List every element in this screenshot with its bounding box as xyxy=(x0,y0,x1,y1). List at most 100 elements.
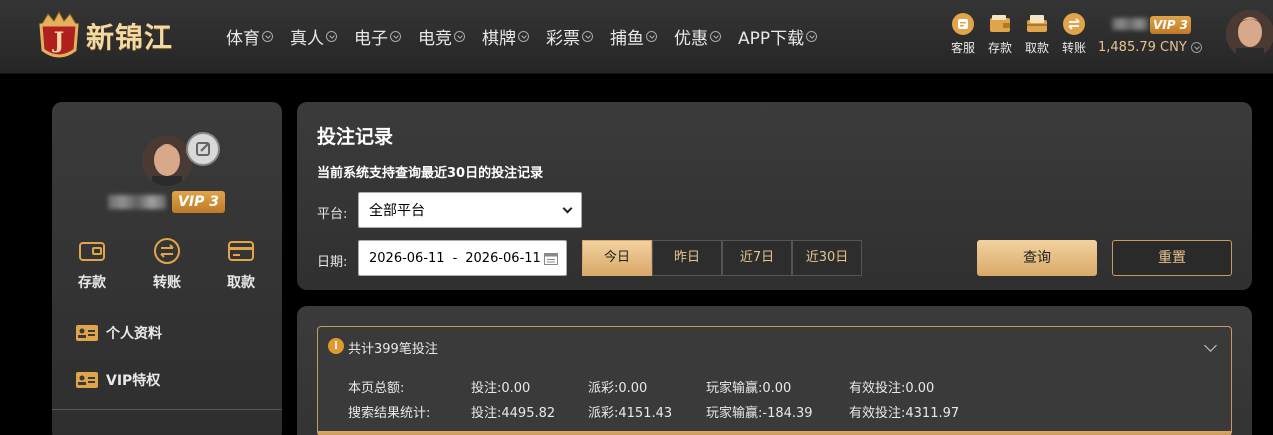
sidebar-item-vip[interactable]: VIP特权 xyxy=(76,370,160,390)
range-30days-button[interactable]: 近30日 xyxy=(792,240,862,276)
query-button[interactable]: 查询 xyxy=(977,240,1097,276)
nav-card-games[interactable]: 棋牌 xyxy=(482,24,529,49)
nav-app-download[interactable]: APP下载 xyxy=(738,24,818,49)
action-label: 取款 xyxy=(227,275,255,291)
quick-action-label: 客服 xyxy=(950,41,975,55)
avatar[interactable] xyxy=(1226,10,1273,58)
date-start: 2026-06-11 xyxy=(369,250,445,266)
quick-action-label: 转账 xyxy=(1061,41,1086,55)
info-icon: i xyxy=(328,338,344,354)
nav-fishing[interactable]: 捕鱼 xyxy=(610,24,657,49)
nav-label: 棋牌 xyxy=(482,29,516,49)
date-label: 日期: xyxy=(317,255,348,270)
chevron-down-icon xyxy=(326,31,337,42)
platform-select[interactable]: 全部平台 xyxy=(358,192,582,228)
nav-slots[interactable]: 电子 xyxy=(354,24,401,49)
avatar xyxy=(142,136,192,186)
transfer-icon xyxy=(154,238,180,264)
user-avatar-icon xyxy=(142,136,192,186)
range-7days-button[interactable]: 近7日 xyxy=(722,240,792,276)
crown-logo-icon: J xyxy=(39,10,79,58)
account-balance[interactable]: 1,485.79 CNY xyxy=(1098,40,1202,55)
nav-promotions[interactable]: 优惠 xyxy=(674,24,721,49)
search-total-valid-bet: 有效投注:4311.97 xyxy=(849,406,960,421)
brand-logo[interactable]: J 新锦江 xyxy=(36,8,173,64)
query-range-note: 当前系统支持查询最近30日的投注记录 xyxy=(317,166,544,181)
chevron-down-icon[interactable] xyxy=(1204,339,1217,352)
page-total-win-loss: 玩家输赢:0.00 xyxy=(706,381,792,396)
nav-label: 体育 xyxy=(226,29,260,49)
calendar-icon xyxy=(544,253,558,265)
search-total-win-loss: 玩家输赢:-184.39 xyxy=(706,406,813,421)
sidebar-item-profile[interactable]: 个人资料 xyxy=(76,323,162,343)
page-total-label: 本页总额: xyxy=(348,381,405,396)
chevron-down-icon xyxy=(582,31,593,42)
nav-label: 电竞 xyxy=(418,29,452,49)
bet-summary-panel: i 共计399笔投注 本页总额: 投注:0.00 派彩:0.00 玩家输赢:0.… xyxy=(297,306,1252,435)
table-header-strip xyxy=(318,431,1231,435)
search-total-bet: 投注:4495.82 xyxy=(471,406,556,421)
quick-action-label: 存款 xyxy=(987,41,1012,55)
nav-label: 电子 xyxy=(354,29,388,49)
customer-service-button[interactable]: 客服 xyxy=(945,12,981,56)
bet-record-filter-panel: 投注记录 当前系统支持查询最近30日的投注记录 平台: 全部平台 日期: 202… xyxy=(297,102,1252,290)
wallet-icon xyxy=(79,242,105,261)
chevron-down-icon xyxy=(1190,42,1202,53)
edit-profile-button[interactable] xyxy=(186,132,220,166)
main-nav: 体育 真人 电子 电竞 棋牌 彩票 捕鱼 优惠 APP下载 xyxy=(226,24,834,49)
chevron-down-icon xyxy=(710,31,721,42)
date-end: 2026-06-11 xyxy=(465,250,541,266)
total-bets-count: 共计399笔投注 xyxy=(348,342,438,357)
range-today-button[interactable]: 今日 xyxy=(582,240,652,276)
range-yesterday-button[interactable]: 昨日 xyxy=(652,240,722,276)
withdraw-button[interactable]: 取款 xyxy=(1019,12,1055,56)
nav-label: 捕鱼 xyxy=(610,29,644,49)
platform-label: 平台: xyxy=(317,207,348,222)
chevron-down-icon xyxy=(562,203,573,213)
chevron-down-icon xyxy=(262,31,273,42)
quick-action-label: 取款 xyxy=(1024,41,1049,55)
date-separator: - xyxy=(452,250,458,266)
brand-name: 新锦江 xyxy=(86,21,174,54)
nav-sports[interactable]: 体育 xyxy=(226,24,273,49)
nav-label: APP下载 xyxy=(738,29,805,49)
deposit-wallet-icon xyxy=(990,15,1010,32)
reset-button[interactable]: 重置 xyxy=(1112,240,1232,276)
svg-text:J: J xyxy=(52,28,64,54)
nav-lottery[interactable]: 彩票 xyxy=(546,24,593,49)
page-title: 投注记录 xyxy=(317,126,394,148)
summary-box: i 共计399笔投注 本页总额: 投注:0.00 派彩:0.00 玩家输赢:0.… xyxy=(317,326,1232,435)
sidebar-transfer-button[interactable]: 转账 xyxy=(145,236,189,292)
username-blurred xyxy=(1112,18,1148,30)
withdraw-icon xyxy=(1027,15,1047,32)
chevron-down-icon xyxy=(806,31,818,42)
page-total-valid-bet: 有效投注:0.00 xyxy=(849,381,935,396)
profile-card-icon xyxy=(76,325,98,341)
edit-icon xyxy=(196,142,210,156)
nav-label: 彩票 xyxy=(546,29,580,49)
vip-level-badge: VIP 3 xyxy=(1150,16,1191,34)
sidebar-item-label: VIP特权 xyxy=(106,373,161,389)
date-range-picker[interactable]: 2026-06-11 - 2026-06-11 xyxy=(358,240,567,276)
search-total-label: 搜索结果统计: xyxy=(348,406,431,421)
sidebar-withdraw-button[interactable]: 取款 xyxy=(219,236,263,292)
nav-live-casino[interactable]: 真人 xyxy=(290,24,337,49)
nav-esports[interactable]: 电竞 xyxy=(418,24,465,49)
divider xyxy=(52,409,282,410)
account-sidebar: VIP 3 存款 转账 取款 个人资料 VIP特权 xyxy=(52,102,282,435)
deposit-button[interactable]: 存款 xyxy=(982,12,1018,56)
username-blurred xyxy=(108,195,166,209)
chevron-down-icon xyxy=(646,31,657,42)
page-total-bet: 投注:0.00 xyxy=(471,381,531,396)
transfer-button[interactable]: 转账 xyxy=(1056,12,1092,56)
top-header: J 新锦江 体育 真人 电子 电竞 棋牌 彩票 捕鱼 优惠 APP下载 客服 存… xyxy=(0,0,1273,74)
search-total-payout: 派彩:4151.43 xyxy=(588,406,673,421)
sidebar-deposit-button[interactable]: 存款 xyxy=(70,236,114,292)
chevron-down-icon xyxy=(390,31,401,42)
chevron-down-icon xyxy=(454,31,465,42)
vip-card-icon xyxy=(76,372,98,388)
balance-value: 1,485.79 CNY xyxy=(1098,40,1187,55)
sidebar-item-label: 个人资料 xyxy=(106,326,162,342)
nav-label: 真人 xyxy=(290,29,324,49)
user-avatar-icon xyxy=(1226,10,1273,58)
